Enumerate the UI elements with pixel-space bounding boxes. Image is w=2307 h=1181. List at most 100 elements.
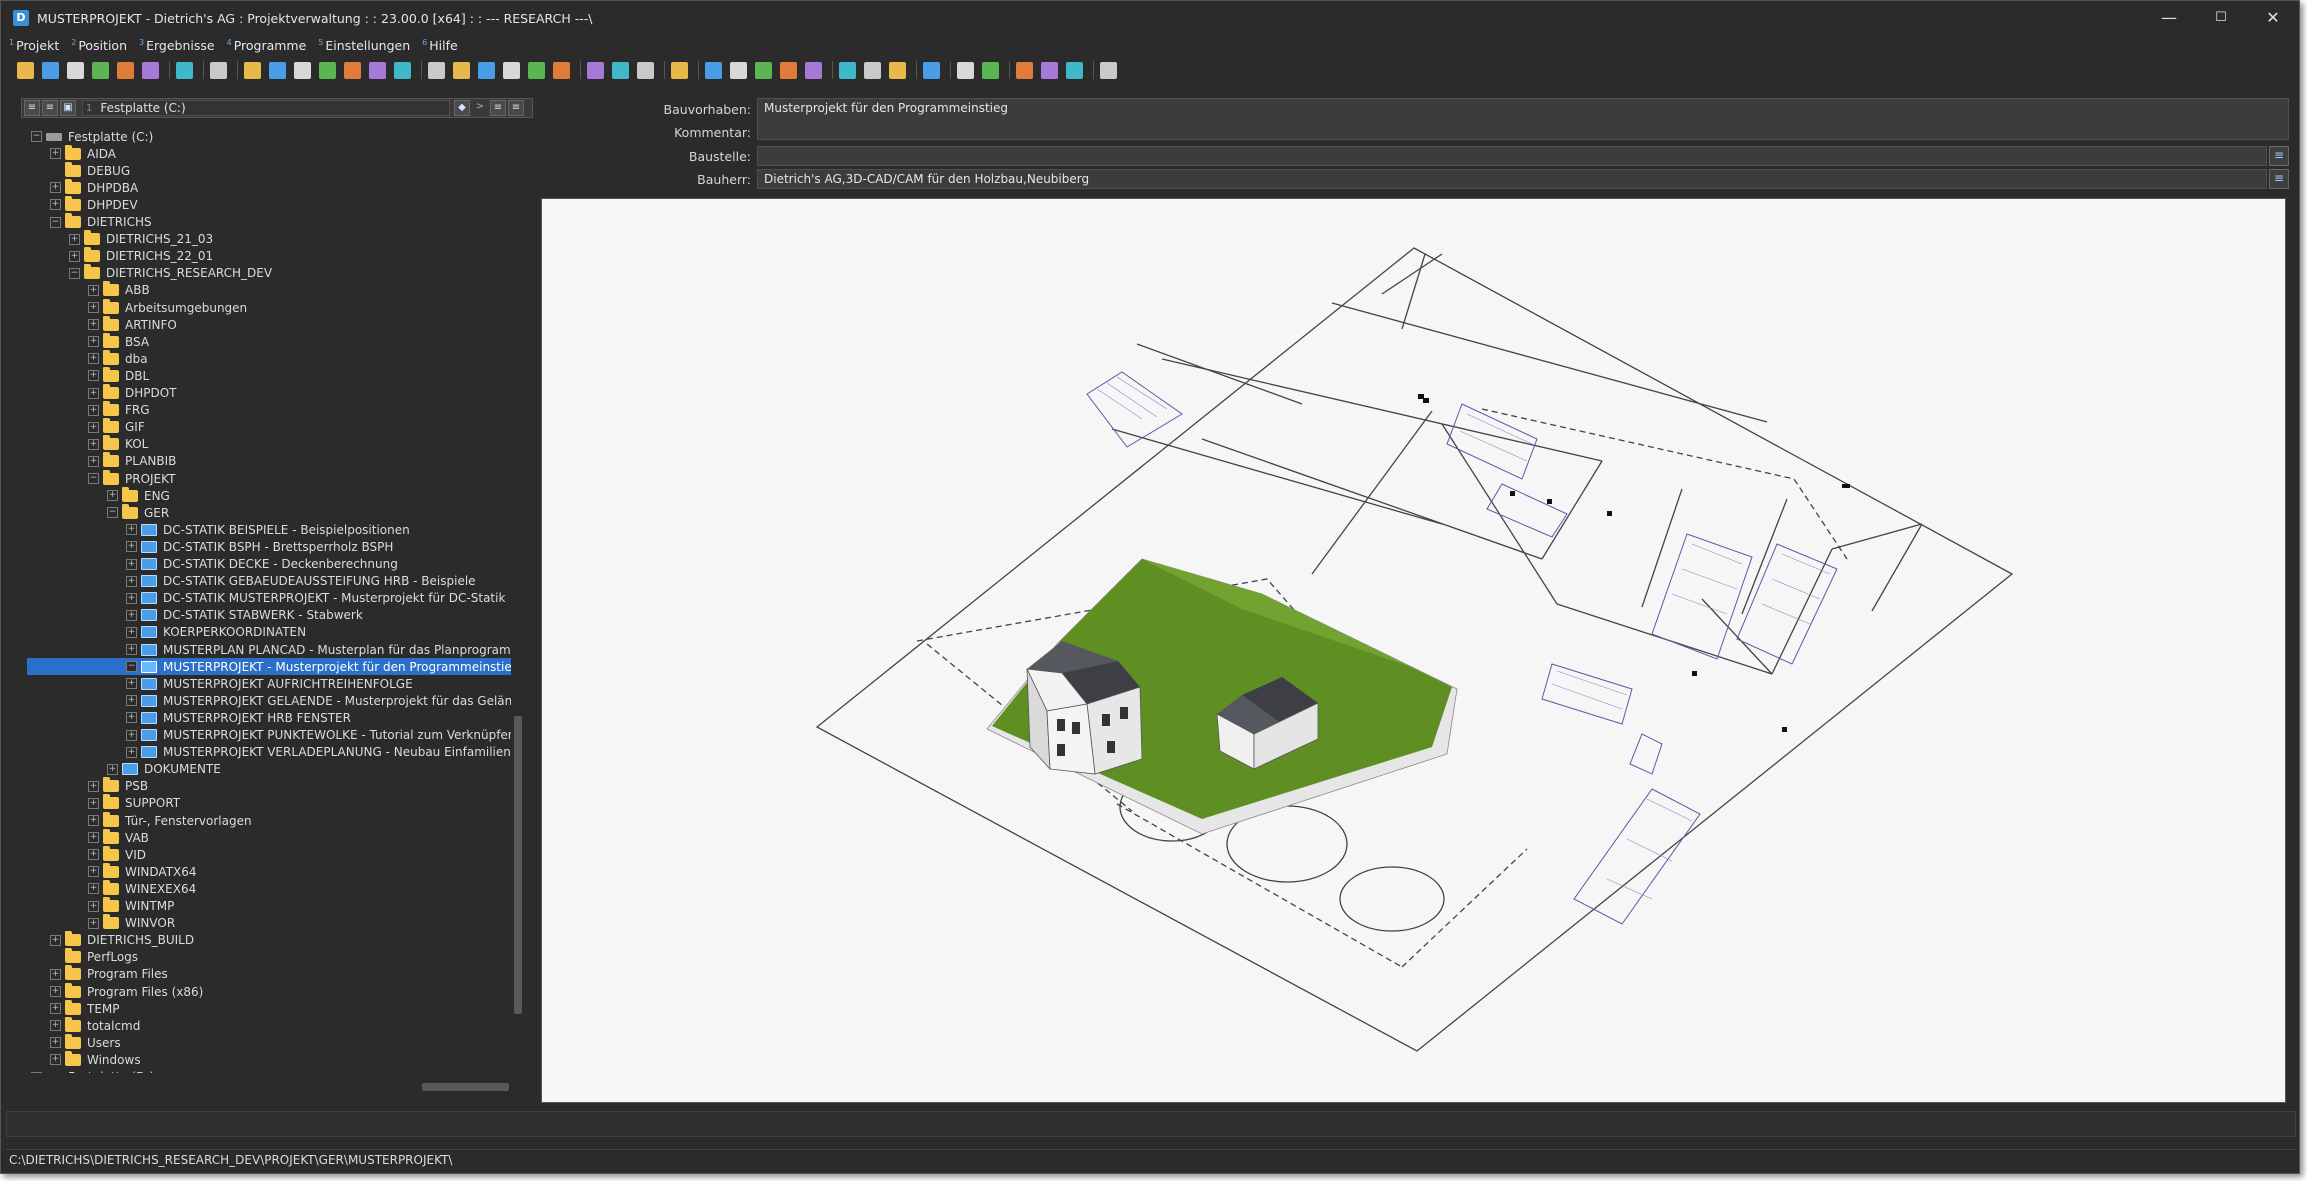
tree-folder[interactable]: + FRG [27,401,515,419]
import-icon[interactable] [142,61,159,79]
expand-icon[interactable]: + [88,404,99,416]
expand-icon[interactable]: + [126,746,137,758]
tree-folder[interactable]: + DHPDBA [27,178,515,196]
tree-project[interactable]: + DC-STATIK GEBAEUDEAUSSTEIFUNG HRB - Bei… [27,573,515,590]
maximize-button[interactable]: ☐ [2195,1,2247,35]
filter-icon[interactable] [587,61,604,79]
expand-icon[interactable]: + [88,900,99,912]
tree-folder[interactable]: + GIF [27,418,515,436]
collapse-icon[interactable]: − [126,661,137,673]
navigate-forward-icon[interactable]: > [472,100,488,116]
tree-project[interactable]: + DOKUMENTE [27,761,515,778]
expand-icon[interactable]: + [88,353,99,365]
title-bar[interactable]: D MUSTERPROJEKT - Dietrich's AG : Projek… [1,1,2299,35]
expand-icon[interactable]: + [126,558,137,570]
file-icon[interactable] [428,61,445,79]
bag-icon[interactable] [1100,61,1117,79]
delete-icon[interactable] [344,61,361,79]
tree-drive[interactable]: − Festplatte (C:) [27,128,515,145]
tree-horizontal-scrollbar[interactable] [27,1080,515,1094]
tree-folder[interactable]: + AIDA [27,144,515,162]
tree-project[interactable]: + MUSTERPROJEKT HRB FENSTER [27,709,515,726]
expand-icon[interactable]: + [50,1054,61,1066]
collapse-icon[interactable]: − [107,507,118,519]
tree-view-option-icon[interactable]: ≡ [490,100,506,116]
menu-ergebnisse[interactable]: 3 Ergebnisse [139,38,215,53]
tree-folder[interactable]: PerfLogs [27,948,515,966]
expand-icon[interactable]: + [88,849,99,861]
drive-selector[interactable]: 1 Festplatte (C:) [82,100,450,116]
tree-folder[interactable]: + Users [27,1033,515,1051]
tree-folder[interactable]: + WINTMP [27,897,515,915]
tree-folder[interactable]: + BSA [27,332,515,350]
collapse-icon[interactable]: − [50,216,61,228]
horizontal-scroll-thumb[interactable] [422,1083,509,1091]
collapse-icon[interactable]: − [31,131,42,142]
tree-drive[interactable]: + Festplatte (D:) [27,1069,515,1073]
upload-icon[interactable] [1016,61,1033,79]
filter-edit-icon[interactable] [612,61,629,79]
tree-folder[interactable]: + SUPPORT [27,794,515,812]
expand-icon[interactable]: + [126,695,137,707]
expand-icon[interactable]: + [126,609,137,621]
tree-folder[interactable]: + DIETRICHS_BUILD [27,931,515,949]
expand-icon[interactable]: + [126,541,137,553]
copy-icon[interactable] [294,61,311,79]
bauherr-field[interactable]: Dietrich's AG,3D-CAD/CAM für den Holzbau… [757,169,2267,189]
export-icon[interactable] [117,61,134,79]
tree-folder[interactable]: + DIETRICHS_21_03 [27,230,515,248]
expand-icon[interactable]: + [126,678,137,690]
properties-icon[interactable] [394,61,411,79]
expand-icon[interactable]: + [50,1020,61,1032]
bauherr-edit-icon[interactable]: ≡ [2269,169,2289,189]
expand-icon[interactable]: + [107,763,118,775]
assembly-icon[interactable] [864,61,881,79]
expand-icon[interactable]: + [126,592,137,604]
tree-project[interactable]: + MUSTERPROJEKT AUFRICHTREIHENFOLGE [27,675,515,692]
tree-folder[interactable]: + WINVOR [27,914,515,932]
expand-icon[interactable]: + [50,199,61,211]
tree-collapse-icon[interactable]: ≡ [24,100,40,116]
archive-icon[interactable] [369,61,386,79]
menu-position[interactable]: 2 Position [71,38,127,53]
drive-dropdown-icon[interactable]: ◆ [454,100,470,116]
tree-folder[interactable]: + ENG [27,486,515,504]
network-icon[interactable] [210,61,227,79]
expand-icon[interactable]: + [88,370,99,382]
print-icon[interactable] [67,61,84,79]
expand-icon[interactable]: + [126,524,137,536]
minimize-button[interactable]: — [2143,1,2195,35]
report-icon[interactable] [755,61,772,79]
tree-project[interactable]: − MUSTERPROJEKT - Musterprojekt für den P… [27,658,515,676]
open-icon[interactable] [453,61,470,79]
tree-folder[interactable]: + VID [27,845,515,863]
cut-icon[interactable] [503,61,520,79]
expand-icon[interactable]: + [88,797,99,809]
expand-icon[interactable]: + [88,438,99,450]
expand-icon[interactable]: + [88,780,99,792]
expand-icon[interactable]: + [50,182,61,194]
tree-project[interactable]: + MUSTERPROJEKT PUNKTEWOLKE - Tutorial zu… [27,727,515,744]
tree-folder[interactable]: + DHPDOT [27,384,515,402]
project-list-icon[interactable] [244,61,261,79]
expand-icon[interactable]: + [50,148,61,160]
tree-project[interactable]: + DC-STATIK DECKE - Deckenberechnung [27,556,515,573]
tree-folder[interactable]: + PSB [27,777,515,795]
vertical-scroll-thumb[interactable] [514,716,522,1014]
tree-project[interactable]: + DC-STATIK BSPH - Brettsperrholz BSPH [27,538,515,555]
expand-icon[interactable]: + [107,490,118,502]
menu-hilfe[interactable]: 6 Hilfe [422,38,458,53]
expand-icon[interactable]: + [88,284,99,296]
database-icon[interactable] [705,61,722,79]
baustelle-edit-icon[interactable]: ≡ [2269,146,2289,166]
close-button[interactable]: ✕ [2247,1,2299,35]
table-icon[interactable] [671,61,688,79]
expand-icon[interactable]: + [126,626,137,638]
tree-project[interactable]: + MUSTERPLAN PLANCAD - Musterplan für das… [27,641,515,658]
expand-icon[interactable]: + [50,1037,61,1049]
tree-folder[interactable]: + ARTINFO [27,315,515,333]
tree-folder[interactable]: + DIETRICHS_22_01 [27,247,515,265]
expand-icon[interactable]: + [88,917,99,929]
expand-icon[interactable]: + [126,644,137,655]
tree-folder[interactable]: − GER [27,503,515,521]
